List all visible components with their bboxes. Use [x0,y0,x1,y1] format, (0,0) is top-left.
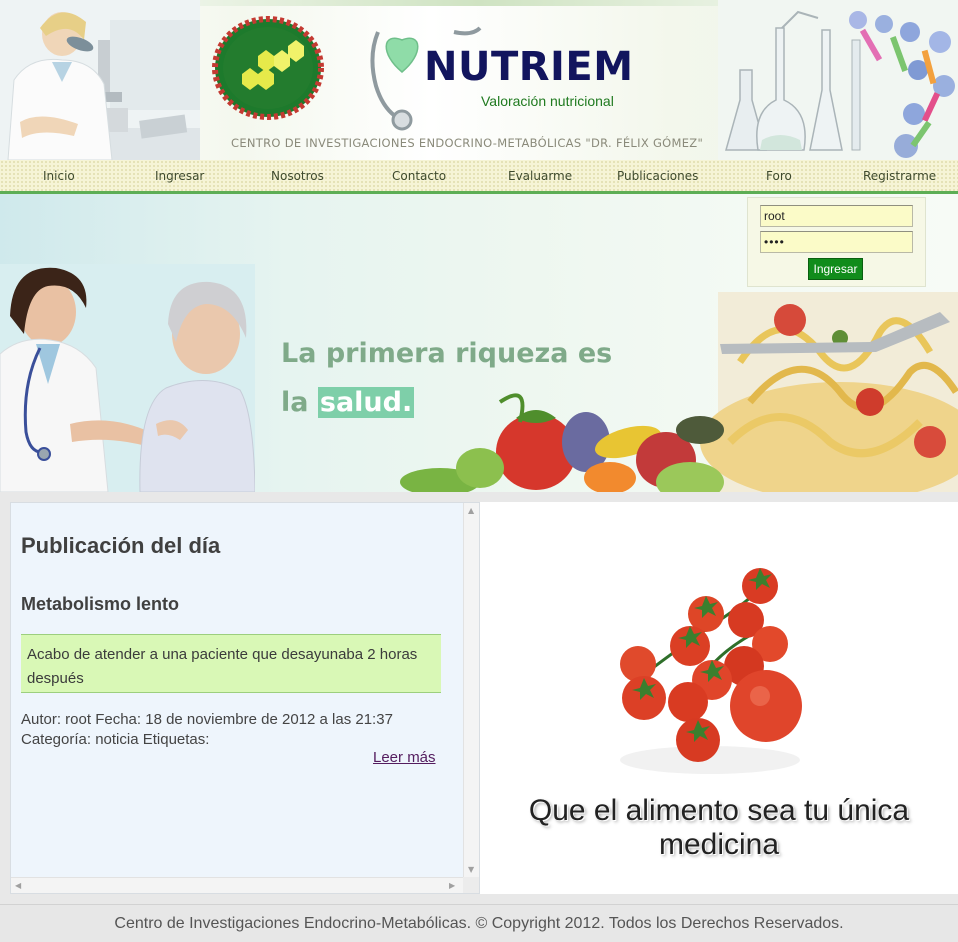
main-navigation: Inicio Ingresar Nosotros Contacto Evalua… [0,160,958,194]
nav-item-foro[interactable]: Foro [766,169,792,183]
slogan-line-2-prefix: la [281,387,318,418]
publication-of-day-heading: Publicación del día [21,533,221,558]
password-input[interactable] [760,231,913,253]
site-header: NUTRIEM Valoración nutricional CENTRO DE… [0,0,958,160]
scrollbar-corner [463,877,479,893]
quote-panel: Que el alimento sea tu única medicina [480,502,958,894]
site-footer: Centro de Investigaciones Endocrino-Meta… [0,904,958,942]
vertical-scrollbar[interactable]: ▲ ▼ [463,503,479,878]
post-excerpt: Acabo de atender a una paciente que desa… [21,634,441,693]
post-category-tags: Categoría: noticia Etiquetas: [21,731,210,748]
nav-item-publicaciones[interactable]: Publicaciones [617,169,698,183]
login-submit-button[interactable]: Ingresar [808,258,863,280]
scroll-down-arrow-icon[interactable]: ▼ [468,866,474,874]
center-emblem-logo [212,16,324,120]
lab-glassware-dna-image [718,0,958,160]
nav-item-evaluarme[interactable]: Evaluarme [508,169,572,183]
read-more-link[interactable]: Leer más [373,749,436,766]
nav-item-contacto[interactable]: Contacto [392,169,446,183]
publication-frame: Publicación del día Metabolismo lento Ac… [10,502,480,894]
brand-name: NUTRIEM [424,44,634,90]
cherry-tomatoes-image [620,568,802,774]
slogan-line-2: la salud. [281,387,415,418]
fruits-vegetables-pasta-image [400,292,958,492]
scroll-right-arrow-icon[interactable]: ▶ [449,882,455,890]
post-author-date: Autor: root Fecha: 18 de noviembre de 20… [21,711,393,728]
lab-scientist-image [0,0,200,160]
main-content: Publicación del día Metabolismo lento Ac… [0,492,958,904]
page: NUTRIEM Valoración nutricional CENTRO DE… [0,0,958,942]
research-center-name: CENTRO DE INVESTIGACIONES ENDOCRINO-META… [231,136,704,150]
nav-item-inicio[interactable]: Inicio [43,169,75,183]
brand-tagline: Valoración nutricional [481,93,614,109]
quote-text: Que el alimento sea tu única medicina [528,794,910,861]
doctor-patient-image [0,264,255,492]
nav-item-ingresar[interactable]: Ingresar [155,169,204,183]
scroll-up-arrow-icon[interactable]: ▲ [468,507,474,515]
scroll-left-arrow-icon[interactable]: ◀ [15,882,21,890]
username-input[interactable] [760,205,913,227]
publication-scroll-area[interactable]: Publicación del día Metabolismo lento Ac… [11,503,464,878]
nav-item-registrarme[interactable]: Registrarme [863,169,936,183]
horizontal-scrollbar[interactable]: ◀ ▶ [11,877,479,893]
login-panel: Ingresar [747,197,926,287]
nav-item-nosotros[interactable]: Nosotros [271,169,324,183]
post-title: Metabolismo lento [21,594,180,614]
footer-copyright: Centro de Investigaciones Endocrino-Meta… [114,915,844,932]
